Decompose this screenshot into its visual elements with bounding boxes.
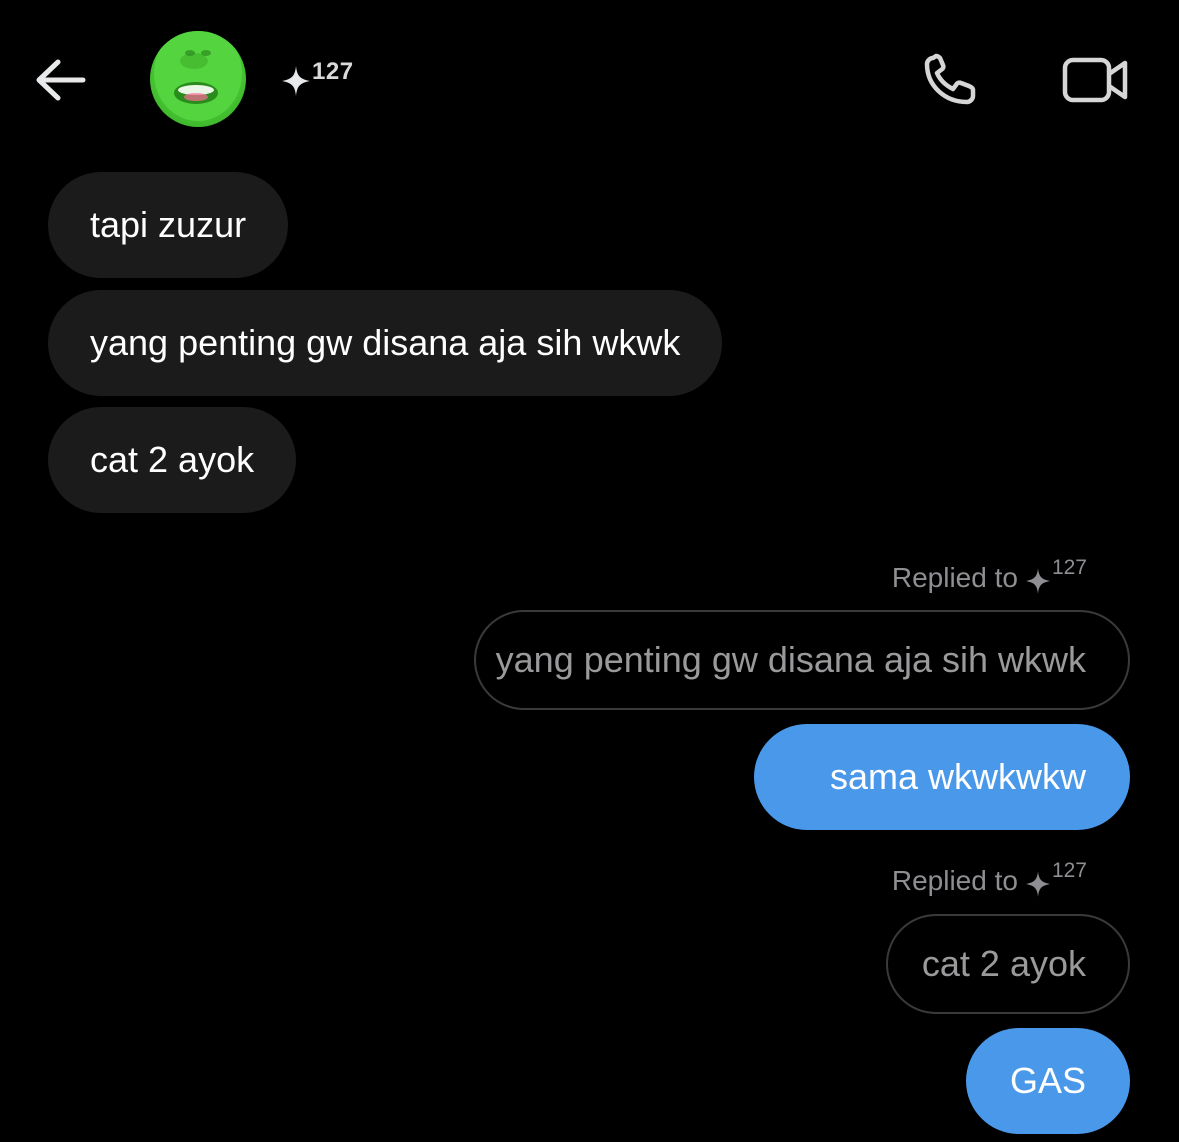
avatar-image: [154, 31, 242, 121]
sparkle-icon: [1025, 568, 1050, 594]
sparkle-icon: [1025, 871, 1050, 897]
message-text: cat 2 ayok: [90, 439, 255, 480]
contact-number: 127: [312, 58, 354, 85]
replied-to-label: Replied to 127: [891, 859, 1087, 897]
incoming-message-bubble[interactable]: tapi zuzur: [48, 172, 289, 278]
outgoing-message-bubble[interactable]: GAS: [966, 1028, 1130, 1134]
video-call-button[interactable]: [1058, 50, 1134, 110]
quoted-message[interactable]: yang penting gw disana aja sih wkwk: [474, 610, 1130, 710]
video-camera-icon: [1062, 57, 1128, 103]
outgoing-message-bubble[interactable]: sama wkwkwkw: [754, 724, 1130, 830]
quoted-message[interactable]: cat 2 ayok: [886, 914, 1130, 1014]
message-text: GAS: [1009, 1060, 1086, 1101]
back-button[interactable]: [30, 52, 90, 108]
replied-to-label: Replied to 127: [891, 556, 1087, 594]
quoted-text: yang penting gw disana aja sih wkwk: [495, 639, 1086, 680]
contact-name[interactable]: 127: [282, 58, 354, 96]
arrow-left-icon: [36, 59, 86, 101]
sparkle-icon: [282, 66, 310, 96]
message-text: sama wkwkwkw: [829, 756, 1086, 797]
replied-to-text: Replied to: [891, 865, 1018, 896]
quoted-text: cat 2 ayok: [921, 943, 1086, 984]
incoming-message-bubble[interactable]: cat 2 ayok: [48, 407, 297, 513]
voice-call-button[interactable]: [918, 50, 984, 110]
avatar[interactable]: [150, 31, 246, 127]
phone-icon: [924, 53, 976, 105]
replied-to-text: Replied to: [891, 562, 1018, 593]
incoming-message-bubble[interactable]: yang penting gw disana aja sih wkwk: [48, 290, 723, 396]
replied-to-number: 127: [1051, 556, 1087, 579]
message-text: yang penting gw disana aja sih wkwk: [90, 322, 681, 363]
replied-to-number: 127: [1051, 859, 1087, 882]
conversation-header: 127: [0, 0, 1179, 150]
message-text: tapi zuzur: [90, 204, 247, 245]
